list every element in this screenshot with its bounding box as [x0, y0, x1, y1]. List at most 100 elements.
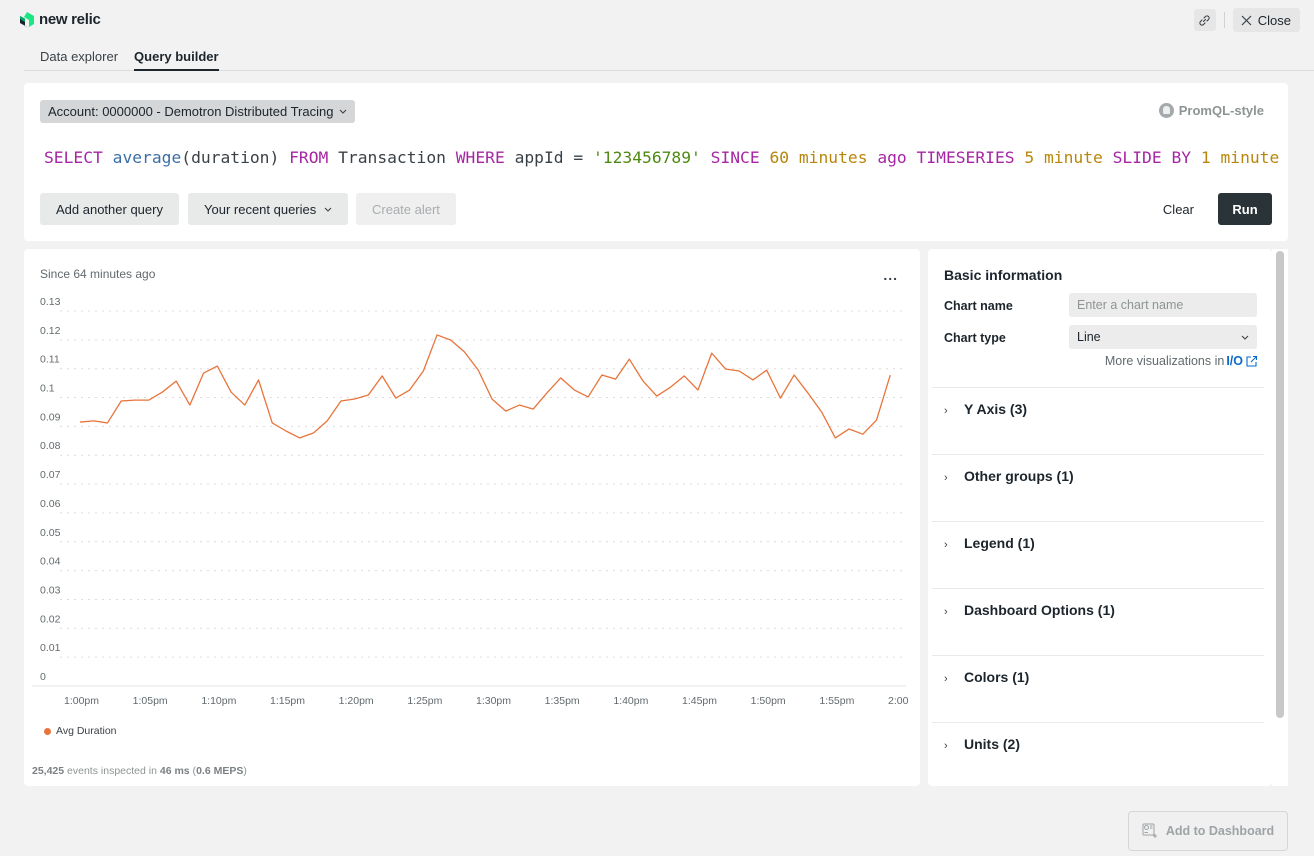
clear-button[interactable]: Clear: [1163, 193, 1194, 225]
y-tick-label: 0.11: [40, 354, 60, 366]
more-viz-text: More visualizations in: [1104, 354, 1225, 368]
nrql-token: [1015, 148, 1025, 167]
copy-link-button[interactable]: [1193, 9, 1216, 31]
section-label: Y Axis (3): [964, 401, 1028, 417]
section-y-axis[interactable]: › Y Axis (3): [932, 387, 1264, 454]
y-tick-label: 0.08: [40, 440, 61, 452]
series-line-avg-duration: [79, 334, 891, 439]
section-other-groups[interactable]: › Other groups (1): [932, 454, 1264, 521]
meps-value: 0.6 MEPS: [196, 765, 244, 777]
chevron-right-icon: ›: [944, 673, 948, 685]
x-tick-label: 1:25pm: [407, 695, 442, 707]
promql-icon: [1158, 103, 1174, 118]
run-button[interactable]: Run: [1218, 193, 1272, 225]
events-count: 25,425: [32, 765, 65, 777]
x-tick-label: 1:55pm: [819, 695, 854, 707]
nrql-token: 5 minute: [1024, 148, 1103, 167]
nrql-token: [1191, 148, 1201, 167]
nrql-token: [103, 148, 113, 167]
add-to-dashboard-button[interactable]: Add to Dashboard: [1128, 811, 1288, 851]
divider: [1223, 12, 1225, 28]
nrql-token: WHERE: [455, 148, 505, 167]
add-to-dashboard-label: Add to Dashboard: [1165, 824, 1275, 838]
nrql-token: SELECT: [44, 148, 103, 167]
legend-item[interactable]: Avg Duration: [44, 725, 117, 737]
nrql-token: 60 minutes: [769, 148, 868, 167]
nrql-token: appId =: [504, 148, 593, 167]
nrql-token: [907, 148, 917, 167]
recent-queries-label: Your recent queries: [204, 201, 317, 217]
y-tick-label: 0.02: [40, 613, 61, 625]
y-tick-label: 0.03: [40, 584, 61, 596]
nrql-token: 1 minute: [1200, 148, 1280, 167]
y-tick-label: 0.06: [40, 498, 61, 510]
nrql-token: ago: [877, 148, 907, 167]
chevron-down-icon: [1241, 335, 1249, 340]
x-tick-label: 1:30pm: [476, 695, 511, 707]
top-actions: Close: [1193, 8, 1300, 32]
new-relic-logo: new relic: [20, 11, 101, 28]
close-button[interactable]: Close: [1232, 8, 1300, 32]
external-link-icon[interactable]: [1245, 355, 1258, 368]
y-tick-label: 0.07: [40, 469, 61, 481]
chevron-down-icon: [324, 207, 332, 212]
y-tick-label: 0.05: [40, 527, 61, 539]
chart-type-select[interactable]: Line: [1069, 325, 1257, 349]
settings-scrollbar[interactable]: [1276, 251, 1284, 718]
basic-information-heading: Basic information: [944, 267, 1063, 283]
tab-data-explorer[interactable]: Data explorer: [40, 42, 118, 70]
add-another-query-label: Add another query: [56, 201, 163, 217]
new-relic-logo-icon: [20, 11, 34, 28]
chevron-right-icon: ›: [944, 606, 948, 618]
section-units[interactable]: › Units (2): [932, 722, 1264, 786]
section-legend[interactable]: › Legend (1): [932, 521, 1264, 588]
x-tick-label: 1:35pm: [545, 695, 580, 707]
nrql-token: [868, 148, 878, 167]
nrql-token: TIMESERIES: [916, 148, 1015, 167]
tab-bar: Data explorer Query builder: [24, 42, 1314, 71]
chevron-right-icon: ›: [944, 472, 948, 484]
y-tick-label: 0.12: [40, 325, 61, 337]
section-label: Dashboard Options (1): [964, 602, 1115, 618]
section-dashboard-options[interactable]: › Dashboard Options (1): [932, 588, 1264, 655]
query-duration: 46 ms: [159, 765, 190, 777]
promql-style-toggle[interactable]: PromQL-style: [1158, 103, 1264, 118]
section-label: Legend (1): [964, 535, 1035, 551]
nrql-query-input[interactable]: SELECT average(duration) FROM Transactio…: [44, 148, 1279, 167]
x-tick-label: 2:00: [888, 695, 909, 707]
x-tick-label: 1:45pm: [682, 695, 717, 707]
legend-label: Avg Duration: [56, 725, 117, 737]
line-chart: 0 0.01 0.02 0.03 0.04 0.05 0.06 0.07 0.08 0.09 0.1…: [32, 296, 909, 707]
link-icon: [1199, 14, 1210, 26]
stats-text: events inspected in: [64, 765, 160, 777]
promql-label: PromQL-style: [1178, 103, 1264, 118]
chevron-down-icon: [340, 109, 347, 114]
query-editor-card: Account: 0000000 - Demotron Distributed …: [24, 83, 1288, 241]
y-tick-label: 0.01: [40, 642, 61, 654]
more-visualizations: More visualizations in I/O: [1105, 354, 1258, 368]
nrql-token: SINCE: [710, 148, 760, 167]
nrql-token: (duration): [181, 148, 290, 167]
chevron-right-icon: ›: [944, 740, 948, 752]
x-tick-label: 1:40pm: [613, 695, 648, 707]
chart-name-input[interactable]: [1069, 293, 1257, 317]
add-another-query-button[interactable]: Add another query: [40, 193, 179, 225]
x-tick-label: 1:50pm: [751, 695, 786, 707]
create-alert-button[interactable]: Create alert: [356, 193, 456, 225]
tab-query-builder[interactable]: Query builder: [134, 42, 219, 71]
legend-swatch: [44, 727, 51, 735]
dashboard-add-icon: [1142, 823, 1157, 838]
x-tick-label: 1:05pm: [133, 695, 168, 707]
y-tick-label: 0.1: [40, 383, 55, 395]
y-tick-label: 0.09: [40, 411, 61, 423]
chart-type-value: Line: [1077, 330, 1101, 344]
recent-queries-dropdown[interactable]: Your recent queries: [188, 193, 349, 225]
section-label: Units (2): [964, 736, 1020, 752]
x-tick-label: 1:00pm: [64, 695, 99, 707]
top-bar: new relic Close: [0, 0, 1314, 40]
section-colors[interactable]: › Colors (1): [932, 655, 1264, 722]
stats-text: ): [243, 765, 247, 777]
io-link[interactable]: I/O: [1226, 354, 1243, 368]
nrql-token: [1103, 148, 1113, 167]
account-selector[interactable]: Account: 0000000 - Demotron Distributed …: [40, 100, 356, 123]
